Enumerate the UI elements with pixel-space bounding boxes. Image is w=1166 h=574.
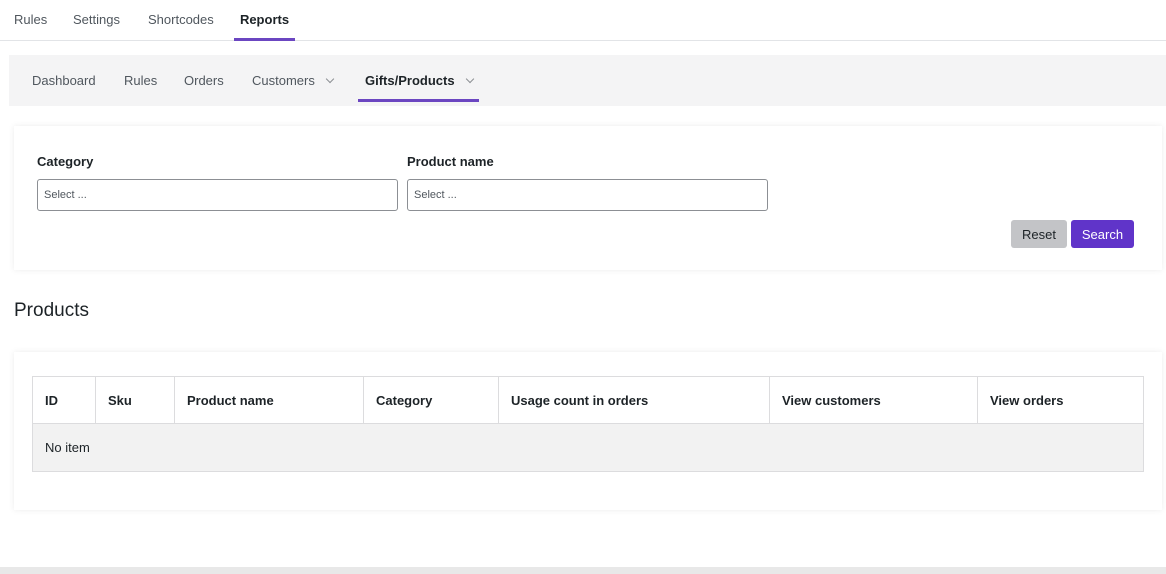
sub-tab-dashboard[interactable]: Dashboard (32, 55, 96, 102)
tab-settings[interactable]: Settings (73, 0, 120, 41)
search-button[interactable]: Search (1071, 220, 1134, 248)
bottom-divider (0, 567, 1166, 574)
sub-tab-gifts-products-label: Gifts/Products (365, 73, 455, 88)
column-header-sku: Sku (95, 376, 175, 424)
sub-tab-customers-label: Customers (252, 73, 315, 88)
column-header-view-customers: View customers (769, 376, 978, 424)
products-table: ID Sku Product name Category Usage count… (32, 376, 1144, 472)
table-header-row: ID Sku Product name Category Usage count… (32, 376, 1144, 424)
category-select[interactable] (37, 179, 398, 211)
filter-card: Category Product name Reset Search (14, 126, 1162, 270)
tab-shortcodes[interactable]: Shortcodes (148, 0, 214, 41)
category-label: Category (37, 154, 94, 169)
column-header-usage-count: Usage count in orders (498, 376, 770, 424)
chevron-down-icon (325, 74, 335, 84)
column-header-view-orders: View orders (977, 376, 1144, 424)
sub-tab-orders[interactable]: Orders (184, 55, 224, 102)
product-name-select[interactable] (407, 179, 768, 211)
empty-state: No item (32, 423, 1144, 472)
products-table-card: ID Sku Product name Category Usage count… (14, 352, 1162, 510)
column-header-category: Category (363, 376, 499, 424)
sub-tab-rules[interactable]: Rules (124, 55, 157, 102)
products-title: Products (14, 300, 89, 321)
tab-reports[interactable]: Reports (234, 0, 295, 41)
table-row: No item (32, 423, 1144, 472)
column-header-id: ID (32, 376, 96, 424)
reset-button[interactable]: Reset (1011, 220, 1067, 248)
reports-sub-nav: Dashboard Rules Orders Customers Gifts/P… (9, 55, 1166, 106)
sub-tab-customers[interactable]: Customers (252, 55, 335, 102)
chevron-down-icon (465, 74, 474, 84)
column-header-product-name: Product name (174, 376, 364, 424)
top-tabs: Rules Settings Shortcodes Reports (0, 0, 1166, 41)
tab-rules[interactable]: Rules (14, 0, 47, 41)
sub-tab-gifts-products[interactable]: Gifts/Products (358, 55, 479, 102)
product-name-label: Product name (407, 154, 494, 169)
